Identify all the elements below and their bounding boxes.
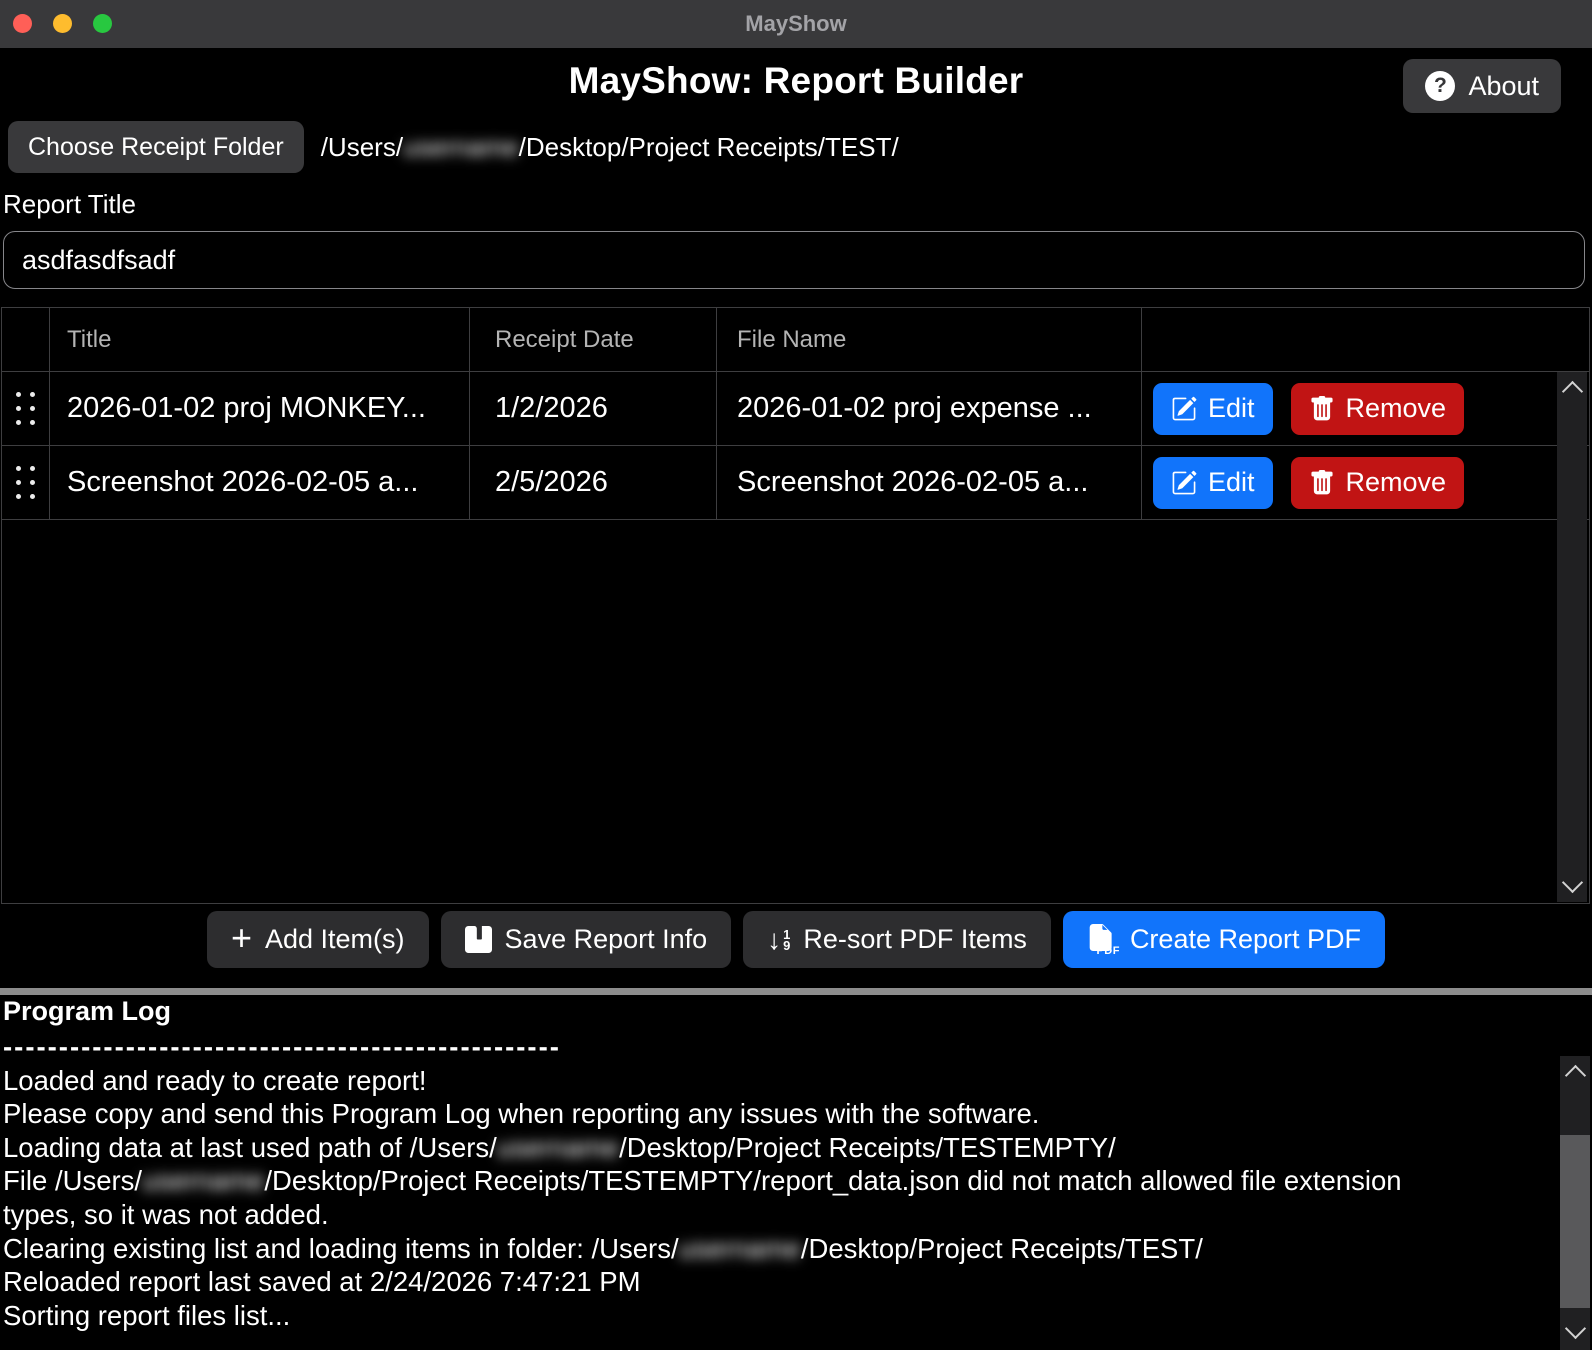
edit-button-label: Edit <box>1208 467 1255 498</box>
row-file-cell: Screenshot 2026-02-05 a... <box>716 446 1141 519</box>
trash-icon <box>1309 470 1335 496</box>
traffic-lights <box>13 14 112 33</box>
log-splitter-handle[interactable] <box>0 988 1592 995</box>
redacted-username: username <box>679 1233 801 1264</box>
edit-button[interactable]: Edit <box>1153 383 1273 435</box>
column-header-receipt-date: Receipt Date <box>469 308 716 371</box>
scroll-down-icon[interactable] <box>1561 872 1582 893</box>
log-scrollbar[interactable] <box>1560 1056 1590 1350</box>
row-file-cell: 2026-01-02 proj expense ... <box>716 372 1141 445</box>
column-header-actions <box>1141 308 1589 371</box>
choose-receipt-folder-button[interactable]: Choose Receipt Folder <box>8 121 304 173</box>
create-report-pdf-label: Create Report PDF <box>1130 924 1361 955</box>
column-header-file-name: File Name <box>716 308 1141 371</box>
remove-button-label: Remove <box>1346 393 1447 424</box>
log-line: Loaded and ready to create report! <box>3 1064 1551 1098</box>
log-line: Clearing existing list and loading items… <box>3 1232 1551 1266</box>
row-title-cell: 2026-01-02 proj MONKEY... <box>49 372 469 445</box>
pencil-square-icon <box>1171 470 1197 496</box>
pencil-square-icon <box>1171 396 1197 422</box>
resort-pdf-items-label: Re-sort PDF Items <box>803 924 1027 955</box>
plus-icon: + <box>231 920 252 956</box>
scroll-up-icon[interactable] <box>1564 1065 1585 1086</box>
save-report-info-button[interactable]: Save Report Info <box>441 911 732 968</box>
folder-row: Choose Receipt Folder /Users/username/De… <box>8 121 899 173</box>
question-mark-icon: ? <box>1425 71 1455 101</box>
log-line: File /Users/username/Desktop/Project Rec… <box>3 1164 1551 1198</box>
row-date-cell: 2/5/2026 <box>469 446 716 519</box>
table-header-row: Title Receipt Date File Name <box>2 308 1589 372</box>
edit-button-label: Edit <box>1208 393 1255 424</box>
report-title-label: Report Title <box>3 189 136 220</box>
page-title: MayShow: Report Builder <box>0 60 1592 102</box>
scrollbar-thumb[interactable] <box>1560 1135 1590 1308</box>
drag-handle-icon[interactable] <box>16 392 35 425</box>
program-log: ----------------------------------------… <box>3 1030 1551 1350</box>
pdf-file-icon: PDF <box>1087 924 1117 956</box>
report-items-table: Title Receipt Date File Name 2026-01-02 … <box>1 307 1590 904</box>
edit-button[interactable]: Edit <box>1153 457 1273 509</box>
save-floppy-icon <box>465 926 492 953</box>
column-header-title: Title <box>49 308 469 371</box>
redacted-username: username <box>403 132 519 162</box>
close-window-button[interactable] <box>13 14 32 33</box>
zoom-window-button[interactable] <box>93 14 112 33</box>
titlebar[interactable]: MayShow <box>0 0 1592 48</box>
row-date-cell: 1/2/2026 <box>469 372 716 445</box>
log-line: Loading data at last used path of /Users… <box>3 1131 1551 1165</box>
bottom-toolbar: + Add Item(s) Save Report Info ↓ 1 9 Re-… <box>0 911 1592 968</box>
program-log-title: Program Log <box>3 996 171 1027</box>
remove-button[interactable]: Remove <box>1291 383 1465 435</box>
minimize-window-button[interactable] <box>53 14 72 33</box>
resort-pdf-items-button[interactable]: ↓ 1 9 Re-sort PDF Items <box>743 911 1051 968</box>
scroll-down-icon[interactable] <box>1565 1318 1586 1339</box>
pdf-badge-label: PDF <box>1096 945 1120 957</box>
log-line: types, so it was not added. <box>3 1198 1551 1232</box>
log-separator-line: ----------------------------------------… <box>3 1030 1551 1064</box>
row-title-cell: Screenshot 2026-02-05 a... <box>49 446 469 519</box>
window-title: MayShow <box>745 11 846 37</box>
remove-button[interactable]: Remove <box>1291 457 1465 509</box>
table-scrollbar[interactable] <box>1557 372 1587 902</box>
receipt-folder-path: /Users/username/Desktop/Project Receipts… <box>321 132 899 163</box>
log-line: Please copy and send this Program Log wh… <box>3 1097 1551 1131</box>
remove-button-label: Remove <box>1346 467 1447 498</box>
path-prefix: /Users/ <box>321 132 403 162</box>
path-suffix: /Desktop/Project Receipts/TEST/ <box>519 132 899 162</box>
add-items-button[interactable]: + Add Item(s) <box>207 911 429 968</box>
log-line: Sorting report files list... <box>3 1299 1551 1333</box>
save-report-info-label: Save Report Info <box>505 924 708 955</box>
about-button-label: About <box>1468 71 1539 102</box>
scroll-up-icon[interactable] <box>1561 381 1582 402</box>
create-report-pdf-button[interactable]: PDF Create Report PDF <box>1063 911 1385 968</box>
sort-numeric-down-icon: ↓ 1 9 <box>767 926 790 954</box>
drag-handle-column-header <box>2 308 49 371</box>
drag-handle-icon[interactable] <box>16 466 35 499</box>
log-line: Reloaded report last saved at 2/24/2026 … <box>3 1265 1551 1299</box>
table-row: Screenshot 2026-02-05 a... 2/5/2026 Scre… <box>2 446 1589 520</box>
table-row: 2026-01-02 proj MONKEY... 1/2/2026 2026-… <box>2 372 1589 446</box>
trash-icon <box>1309 396 1335 422</box>
about-button[interactable]: ? About <box>1403 59 1561 113</box>
report-title-input[interactable] <box>3 231 1585 289</box>
app-window: MayShow MayShow: Report Builder ? About … <box>0 0 1592 1350</box>
redacted-username: username <box>497 1132 619 1163</box>
redacted-username: username <box>142 1165 264 1196</box>
add-items-label: Add Item(s) <box>265 924 405 955</box>
